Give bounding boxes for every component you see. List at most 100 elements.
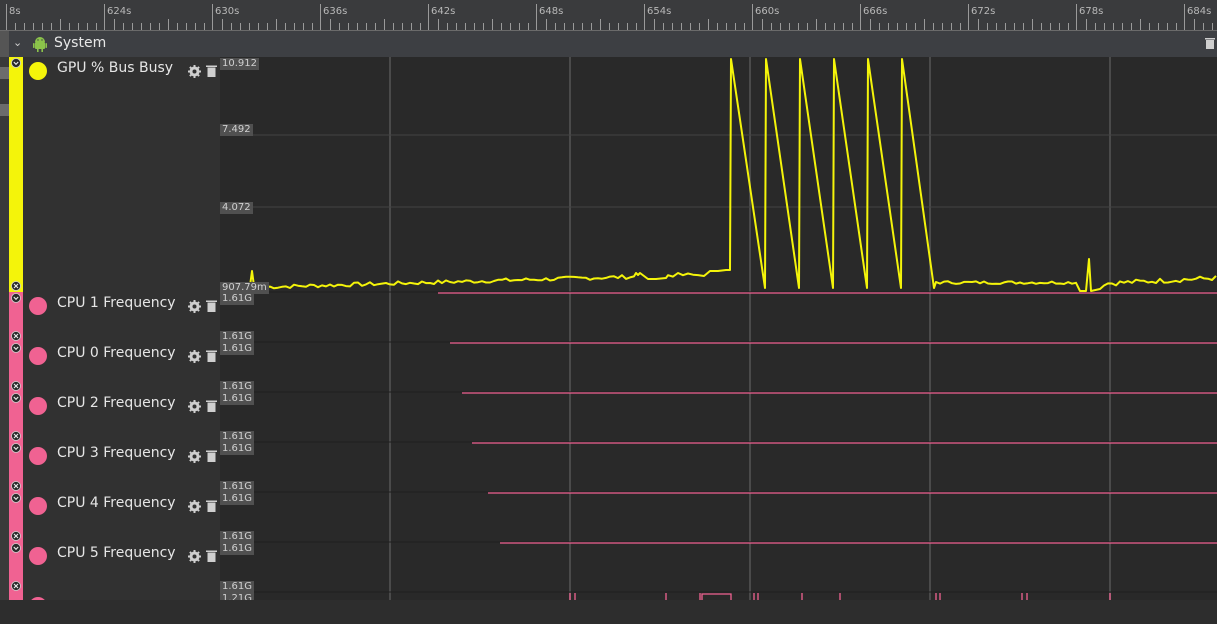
track-header[interactable]: CPU 3 Frequency: [9, 442, 220, 493]
gutter-notch: [0, 67, 9, 79]
track-header[interactable]: CPU 0 Frequency: [9, 342, 220, 393]
ruler-label: 642s: [431, 6, 456, 17]
gear-icon[interactable]: [188, 500, 201, 513]
ruler-minor-tick: [573, 23, 574, 30]
ruler-label: 8s: [9, 6, 21, 17]
ruler-minor-tick: [789, 23, 790, 30]
gear-icon[interactable]: [188, 450, 201, 463]
track-color-dot: [29, 297, 47, 315]
ruler-minor-tick: [879, 23, 880, 30]
close-icon[interactable]: [11, 531, 21, 541]
ruler-minor-tick: [807, 23, 808, 30]
ruler-minor-tick: [996, 23, 997, 30]
ruler-minor-tick: [1113, 23, 1114, 30]
collapse-icon[interactable]: [11, 293, 21, 303]
ruler-minor-tick: [402, 23, 403, 30]
gear-icon[interactable]: [188, 350, 201, 363]
ruler-minor-tick: [1176, 23, 1177, 30]
gear-icon[interactable]: [188, 300, 201, 313]
ruler-minor-tick: [1140, 19, 1141, 30]
ruler-minor-tick: [1059, 23, 1060, 30]
ruler-minor-tick: [33, 23, 34, 30]
collapse-icon[interactable]: [11, 443, 21, 453]
collapse-icon[interactable]: [11, 343, 21, 353]
close-icon[interactable]: [11, 281, 21, 291]
ruler-minor-tick: [186, 23, 187, 30]
ruler-minor-tick: [870, 19, 871, 30]
ruler-minor-tick: [1041, 23, 1042, 30]
trash-icon[interactable]: [206, 65, 217, 77]
ruler-minor-tick: [69, 23, 70, 30]
ruler-minor-tick: [906, 23, 907, 30]
track-color-dot: [29, 497, 47, 515]
ruler-major-tick: [212, 4, 213, 30]
ruler-label: 672s: [971, 6, 996, 17]
plot-area[interactable]: [220, 57, 1217, 600]
time-ruler[interactable]: 8s 624s 630s 636s 642s 648s 654s 660s 666s 672s 67…: [0, 0, 1217, 31]
collapse-icon[interactable]: [11, 393, 21, 403]
ruler-minor-tick: [78, 23, 79, 30]
track-color-dot: [29, 447, 47, 465]
chevron-down-icon[interactable]: ⌄: [13, 36, 22, 49]
trash-icon[interactable]: [206, 550, 217, 562]
track-header[interactable]: CPU 4 Frequency: [9, 492, 220, 543]
ruler-minor-tick: [951, 23, 952, 30]
track-header[interactable]: CPU 1 Frequency: [9, 292, 220, 343]
y-axis-label: 1.61G: [220, 331, 255, 343]
ruler-minor-tick: [1032, 19, 1033, 30]
ruler-minor-tick: [1014, 23, 1015, 30]
ruler-minor-tick: [636, 23, 637, 30]
track-header[interactable]: CPU 2 Frequency: [9, 392, 220, 443]
ruler-label: 678s: [1079, 6, 1104, 17]
trash-icon[interactable]: [206, 350, 217, 362]
ruler-minor-tick: [240, 23, 241, 30]
gear-icon[interactable]: [188, 550, 201, 563]
ruler-minor-tick: [762, 19, 763, 30]
close-icon[interactable]: [11, 381, 21, 391]
plot-background: [220, 57, 1217, 600]
ruler-minor-tick: [114, 19, 115, 30]
close-icon[interactable]: [11, 331, 21, 341]
gear-icon[interactable]: [188, 400, 201, 413]
trash-icon[interactable]: [206, 300, 217, 312]
trash-icon[interactable]: [206, 450, 217, 462]
ruler-minor-tick: [690, 23, 691, 30]
y-axis-label: 1.61G: [220, 343, 255, 355]
collapse-icon[interactable]: [11, 543, 21, 553]
group-header-system[interactable]: ⌄ System: [0, 31, 1217, 58]
trash-icon[interactable]: [206, 500, 217, 512]
ruler-minor-tick: [699, 23, 700, 30]
collapse-icon[interactable]: [11, 493, 21, 503]
group-strip: [0, 31, 9, 57]
close-icon[interactable]: [11, 431, 21, 441]
ruler-major-tick: [1184, 4, 1185, 30]
close-icon[interactable]: [11, 581, 21, 591]
ruler-minor-tick: [1122, 23, 1123, 30]
ruler-label: 624s: [107, 6, 132, 17]
ruler-major-tick: [104, 4, 105, 30]
collapse-icon[interactable]: [11, 58, 21, 68]
ruler-minor-tick: [654, 19, 655, 30]
track-header[interactable]: GPU % Bus Busy: [9, 57, 220, 293]
ruler-minor-tick: [267, 23, 268, 30]
trash-icon[interactable]: [206, 400, 217, 412]
ruler-minor-tick: [1104, 23, 1105, 30]
ruler-minor-tick: [1212, 23, 1213, 30]
ruler-minor-tick: [627, 23, 628, 30]
close-icon[interactable]: [11, 481, 21, 491]
ruler-label: 636s: [323, 6, 348, 17]
ruler-minor-tick: [591, 23, 592, 30]
trash-icon[interactable]: [1205, 37, 1215, 49]
track-color-dot: [29, 547, 47, 565]
ruler-minor-tick: [411, 23, 412, 30]
y-axis-label: 1.61G: [220, 581, 255, 593]
y-axis-label: 1.61G: [220, 443, 255, 455]
ruler-minor-tick: [1131, 23, 1132, 30]
gear-icon[interactable]: [188, 65, 201, 78]
scroll-gutter[interactable]: [0, 57, 9, 600]
ruler-minor-tick: [42, 23, 43, 30]
group-title: System: [54, 35, 107, 51]
ruler-minor-tick: [780, 23, 781, 30]
ruler-minor-tick: [447, 23, 448, 30]
track-header[interactable]: CPU 5 Frequency: [9, 542, 220, 593]
